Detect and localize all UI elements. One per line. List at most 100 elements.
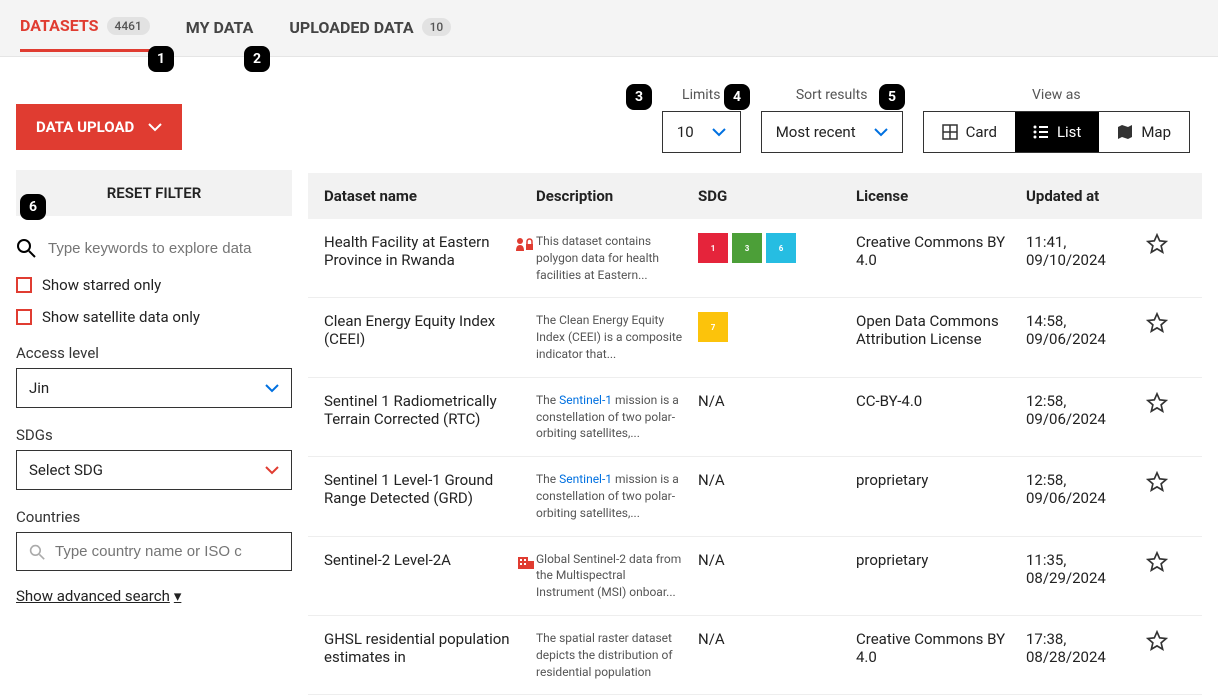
chevron-down-icon: [148, 122, 162, 132]
select-value: Jin: [29, 379, 49, 397]
cell-sdg: N/A: [698, 471, 856, 489]
search-icon: [29, 544, 45, 560]
cell-description: The Clean Energy Equity Index (CEEI) is …: [536, 312, 698, 362]
list-icon: [1033, 124, 1049, 140]
view-label: View as: [923, 87, 1190, 103]
advanced-search-label: Show advanced search: [16, 587, 170, 605]
sentinel-link[interactable]: Sentinel-1: [559, 393, 612, 407]
table-row[interactable]: Sentinel 1 Radiometrically Terrain Corre…: [308, 378, 1202, 457]
col-sdg: SDG: [698, 187, 856, 205]
sdg-tile: 3: [732, 233, 762, 263]
cell-updated: 12:58, 09/06/2024: [1026, 471, 1146, 507]
cell-name: Sentinel 1 Radiometrically Terrain Corre…: [324, 392, 536, 428]
search-input[interactable]: [48, 240, 292, 257]
view-map-button[interactable]: Map: [1099, 112, 1189, 152]
cell-updated: 17:38, 08/28/2024: [1026, 630, 1146, 666]
table-row[interactable]: Sentinel 1 Level-1 Ground Range Detected…: [308, 457, 1202, 536]
cell-updated: 12:58, 09/06/2024: [1026, 392, 1146, 428]
view-list-button[interactable]: List: [1015, 112, 1099, 152]
sdgs-select[interactable]: Select SDG: [16, 450, 292, 490]
star-icon: [1146, 630, 1168, 652]
caret-down-icon: ▾: [174, 587, 182, 605]
map-icon: [1117, 124, 1133, 140]
chevron-down-icon: [712, 127, 726, 137]
star-icon: [1146, 392, 1168, 414]
tab-label: DATASETS: [20, 16, 99, 35]
header-tabs: DATASETS 4461 MY DATA UPLOADED DATA 10: [0, 0, 1218, 57]
annotation-badge-1: 1: [148, 46, 174, 72]
cell-description: This dataset contains polygon data for h…: [536, 233, 698, 283]
limits-select[interactable]: 10: [662, 111, 741, 153]
keyword-search[interactable]: [16, 234, 292, 262]
cell-sdg: 7: [698, 312, 856, 342]
sdgs-label: SDGs: [16, 426, 292, 444]
tab-count: 10: [422, 18, 452, 36]
sdg-tile: 7: [698, 312, 728, 342]
show-satellite-checkbox[interactable]: Show satellite data only: [16, 308, 292, 326]
cell-description: The Sentinel-1 mission is a constellatio…: [536, 471, 698, 521]
countries-input-wrap[interactable]: [16, 532, 292, 571]
select-value: Most recent: [776, 123, 856, 141]
access-level-select[interactable]: Jin: [16, 368, 292, 408]
table-row[interactable]: Sentinel-2 Level-2AGlobal Sentinel-2 dat…: [308, 537, 1202, 616]
cell-name: GHSL residential population estimates in: [324, 630, 536, 666]
col-desc: Description: [536, 187, 698, 205]
table-row[interactable]: Clean Energy Equity Index (CEEI)The Clea…: [308, 298, 1202, 377]
tab-label: MY DATA: [186, 18, 254, 37]
star-button[interactable]: [1146, 471, 1186, 493]
cell-license: CC-BY-4.0: [856, 392, 1026, 410]
star-button[interactable]: [1146, 312, 1186, 334]
view-btn-label: List: [1057, 123, 1081, 141]
cell-updated: 11:41, 09/10/2024: [1026, 233, 1146, 269]
col-license: License: [856, 187, 1026, 205]
cell-description: The Sentinel-1 mission is a constellatio…: [536, 392, 698, 442]
checkbox-icon: [16, 277, 32, 293]
annotation-badge-2: 2: [244, 46, 270, 72]
data-upload-button[interactable]: DATA UPLOAD: [16, 104, 182, 150]
star-button[interactable]: [1146, 630, 1186, 652]
star-icon: [1146, 312, 1168, 334]
table-row[interactable]: GHSL residential population estimates in…: [308, 616, 1202, 695]
cell-description: Global Sentinel-2 data from the Multispe…: [536, 551, 698, 601]
star-button[interactable]: [1146, 551, 1186, 573]
cell-updated: 14:58, 09/06/2024: [1026, 312, 1146, 348]
people-lock-icon: [516, 237, 534, 251]
chevron-down-icon: [265, 465, 279, 475]
chevron-down-icon: [265, 383, 279, 393]
star-button[interactable]: [1146, 233, 1186, 255]
table-header: Dataset name Description SDG License Upd…: [308, 173, 1202, 219]
view-group: View as Card List: [923, 87, 1190, 153]
tab-mydata[interactable]: MY DATA: [186, 18, 254, 51]
countries-input[interactable]: [55, 543, 279, 560]
sidebar: DATA UPLOAD RESET FILTER Show starred on…: [16, 57, 308, 695]
building-icon: [518, 555, 534, 569]
col-name: Dataset name: [324, 187, 536, 205]
view-btn-label: Map: [1141, 123, 1171, 141]
advanced-search-toggle[interactable]: Show advanced search ▾: [16, 587, 292, 605]
cell-license: Creative Commons BY 4.0: [856, 233, 1026, 269]
reset-filter-button[interactable]: RESET FILTER: [16, 170, 292, 216]
select-value: Select SDG: [29, 461, 103, 479]
star-icon: [1146, 471, 1168, 493]
main-panel: Limits 10 Sort results Most recent: [308, 57, 1202, 695]
cell-sdg: N/A: [698, 392, 856, 410]
star-icon: [1146, 233, 1168, 255]
annotation-badge-3: 3: [626, 84, 652, 110]
tab-datasets[interactable]: DATASETS 4461: [20, 16, 150, 52]
upload-label: DATA UPLOAD: [36, 118, 134, 136]
cell-name: Health Facility at Eastern Province in R…: [324, 233, 536, 269]
sentinel-link[interactable]: Sentinel-1: [559, 472, 612, 486]
view-card-button[interactable]: Card: [924, 112, 1015, 152]
tab-label: UPLOADED DATA: [289, 18, 413, 37]
table-row[interactable]: Health Facility at Eastern Province in R…: [308, 219, 1202, 298]
countries-label: Countries: [16, 508, 292, 526]
search-icon: [16, 238, 36, 258]
tab-uploaded[interactable]: UPLOADED DATA 10: [289, 18, 451, 51]
access-level-label: Access level: [16, 344, 292, 362]
sort-select[interactable]: Most recent: [761, 111, 903, 153]
cell-name: Clean Energy Equity Index (CEEI): [324, 312, 536, 348]
star-button[interactable]: [1146, 392, 1186, 414]
cell-sdg: N/A: [698, 630, 856, 648]
cell-license: Creative Commons BY 4.0: [856, 630, 1026, 666]
show-starred-checkbox[interactable]: Show starred only: [16, 276, 292, 294]
